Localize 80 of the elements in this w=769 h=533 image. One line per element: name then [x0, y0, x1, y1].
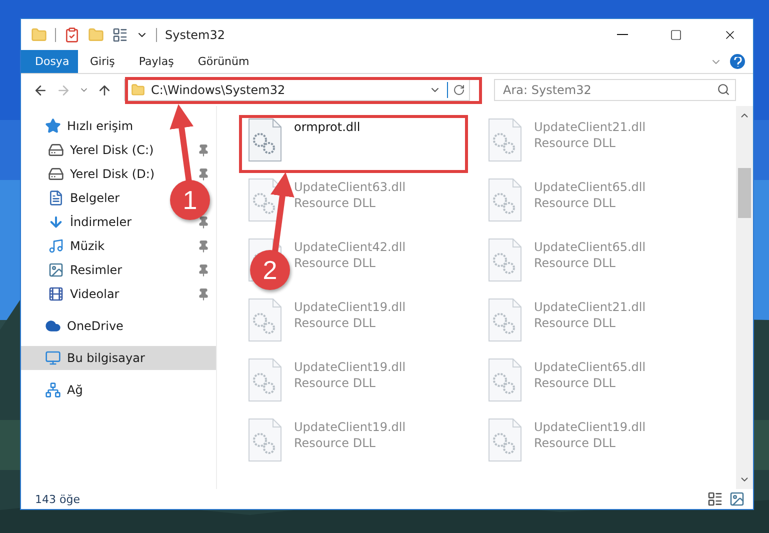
document-icon [48, 190, 64, 206]
sidebar-item[interactable]: Resimler [21, 258, 216, 282]
drive-icon [48, 166, 64, 182]
search-field[interactable]: Ara: System32 [494, 79, 736, 101]
dll-file-icon [488, 178, 522, 222]
sidebar-item[interactable]: Yerel Disk (C:) [21, 138, 216, 162]
properties-icon[interactable] [64, 26, 80, 42]
large-icons-view-icon[interactable] [729, 491, 745, 507]
pin-icon[interactable] [197, 288, 210, 300]
cloud-icon [45, 318, 61, 334]
file-type: Resource DLL [294, 376, 376, 390]
star-icon [45, 118, 61, 134]
sidebar-item[interactable]: Belgeler [21, 186, 126, 210]
forward-arrow-icon [56, 82, 71, 98]
network-icon [45, 382, 61, 398]
view-icon[interactable] [112, 26, 128, 42]
item-count: 143 öğe [35, 492, 81, 506]
file-type: Resource DLL [534, 196, 616, 210]
folder-icon [131, 83, 145, 97]
file-name: UpdateClient19.dll [294, 300, 406, 314]
file-name: UpdateClient19.dll [294, 420, 406, 434]
file-name: UpdateClient19.dll [534, 420, 646, 434]
file-name: ormprot.dll [294, 120, 360, 134]
search-icon[interactable] [717, 83, 730, 96]
window-title: System32 [165, 28, 226, 42]
dll-file-icon [488, 358, 522, 402]
file-type: Resource DLL [534, 376, 616, 390]
help-icon[interactable] [730, 54, 745, 69]
scrollbar[interactable] [736, 106, 753, 489]
dll-file-icon [248, 118, 282, 162]
file-name: UpdateClient19.dll [294, 360, 406, 374]
minimize-icon [616, 34, 628, 35]
file-type: Resource DLL [294, 436, 376, 450]
ribbon-tab[interactable]: Dosya [21, 50, 78, 73]
dll-file-icon [488, 418, 522, 462]
file-type: Resource DLL [534, 436, 616, 450]
drive-icon [48, 142, 64, 158]
dll-file-icon [248, 358, 282, 402]
file-name: UpdateClient21.dll [534, 300, 646, 314]
refresh-icon [452, 84, 464, 96]
pin-icon[interactable] [197, 216, 210, 228]
ribbon-tab[interactable]: Paylaş [126, 50, 186, 73]
sidebar-item[interactable]: Bu bilgisayar [21, 346, 216, 370]
file-name: UpdateClient65.dll [534, 240, 646, 254]
file-type: Resource DLL [534, 136, 616, 150]
file-type: Resource DLL [534, 256, 616, 270]
sidebar-item[interactable]: Müzik [21, 234, 216, 258]
sidebar-item[interactable]: OneDrive [21, 314, 216, 338]
ribbon-tab[interactable]: Giriş [78, 50, 127, 73]
dll-file-icon [488, 238, 522, 282]
file-name: UpdateClient65.dll [534, 360, 646, 374]
dll-file-icon [248, 298, 282, 342]
details-view-icon[interactable] [707, 491, 723, 507]
file-type: Resource DLL [294, 316, 376, 330]
dll-file-icon [488, 118, 522, 162]
file-name: UpdateClient21.dll [534, 120, 646, 134]
ribbon-tab[interactable]: Görünüm [186, 50, 262, 73]
pin-icon[interactable] [197, 240, 210, 252]
pin-icon[interactable] [197, 144, 210, 156]
film-icon [48, 286, 64, 302]
picture-icon [48, 262, 64, 278]
monitor-icon [45, 350, 61, 366]
dll-file-icon [488, 298, 522, 342]
scrollbar-thumb[interactable] [738, 168, 751, 218]
file-name: UpdateClient63.dll [294, 180, 406, 194]
maximize-icon [670, 28, 682, 40]
download-icon [48, 214, 64, 230]
music-note-icon [48, 238, 64, 254]
pin-icon[interactable] [197, 168, 210, 180]
file-type: Resource DLL [294, 256, 376, 270]
sidebar-item[interactable]: Ağ [21, 378, 216, 402]
sidebar-item[interactable]: Videolar [21, 282, 216, 306]
dll-file-icon [248, 418, 282, 462]
sidebar-item[interactable]: Hızlı erişim [21, 114, 216, 138]
file-type: Resource DLL [294, 196, 376, 210]
pin-icon[interactable] [197, 264, 210, 276]
file-type: Resource DLL [534, 316, 616, 330]
file-name: UpdateClient65.dll [534, 180, 646, 194]
dll-file-icon [248, 178, 282, 222]
file-name: UpdateClient42.dll [294, 240, 406, 254]
